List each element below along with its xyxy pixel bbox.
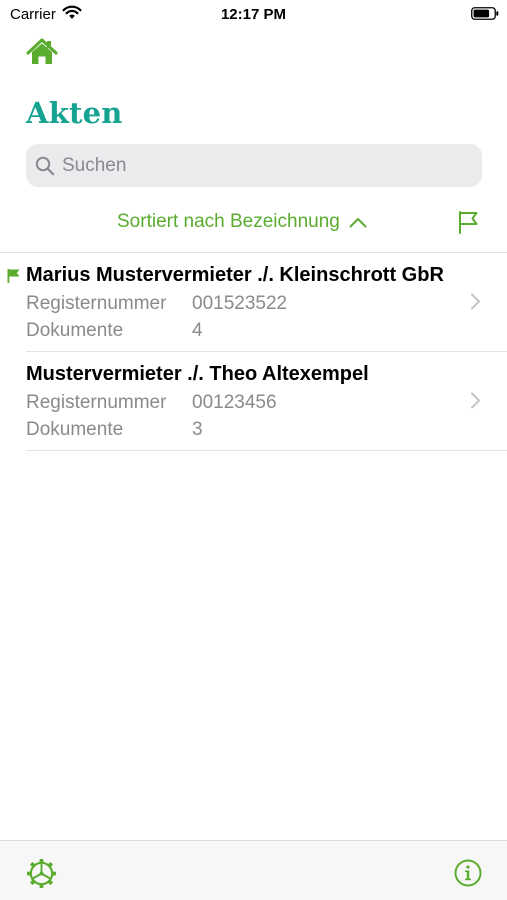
status-time: 12:17 PM [220,6,287,23]
registernummer-row: Registernummer 001523522 [26,293,287,315]
registernummer-value: 00123456 [192,392,277,413]
home-icon[interactable] [26,36,58,68]
battery-icon [471,7,499,20]
search-icon [35,156,55,176]
dokumente-value: 4 [192,320,203,341]
sort-button[interactable]: Sortiert nach Bezeichnung [117,208,367,236]
info-icon[interactable] [454,859,482,887]
chevron-up-icon [349,218,367,228]
dokumente-label: Dokumente [26,320,124,341]
status-bar: Carrier 12:17 PM [0,0,507,28]
registernummer-label: Registernummer [26,392,167,413]
chevron-right-icon [471,392,480,409]
flag-icon [7,269,20,283]
registernummer-label: Registernummer [26,293,167,314]
page-title: Akten [26,96,123,130]
chevron-right-icon [471,293,480,310]
bottom-toolbar [0,840,507,900]
list-item-title: Marius Mustervermieter ./. Kleinschrott … [26,264,444,286]
list-item-title: Mustervermieter ./. Theo Altexempel [26,363,369,385]
dokumente-row: Dokumente 3 [26,419,203,441]
search-bar[interactable] [26,144,482,187]
registernummer-value: 001523522 [192,293,288,314]
registernummer-row: Registernummer 00123456 [26,392,277,414]
row-divider [26,450,507,451]
gear-icon[interactable] [26,858,57,889]
list-item[interactable]: Marius Mustervermieter ./. Kleinschrott … [0,253,507,352]
dokumente-value: 3 [192,419,203,440]
flag-icon[interactable] [457,210,479,234]
dokumente-row: Dokumente 4 [26,320,203,342]
dokumente-label: Dokumente [26,419,124,440]
list-item[interactable]: Mustervermieter ./. Theo Altexempel Regi… [0,352,507,451]
sort-label: Sortiert nach Bezeichnung [117,211,340,232]
case-list: Marius Mustervermieter ./. Kleinschrott … [0,253,507,451]
search-input[interactable] [62,144,472,187]
